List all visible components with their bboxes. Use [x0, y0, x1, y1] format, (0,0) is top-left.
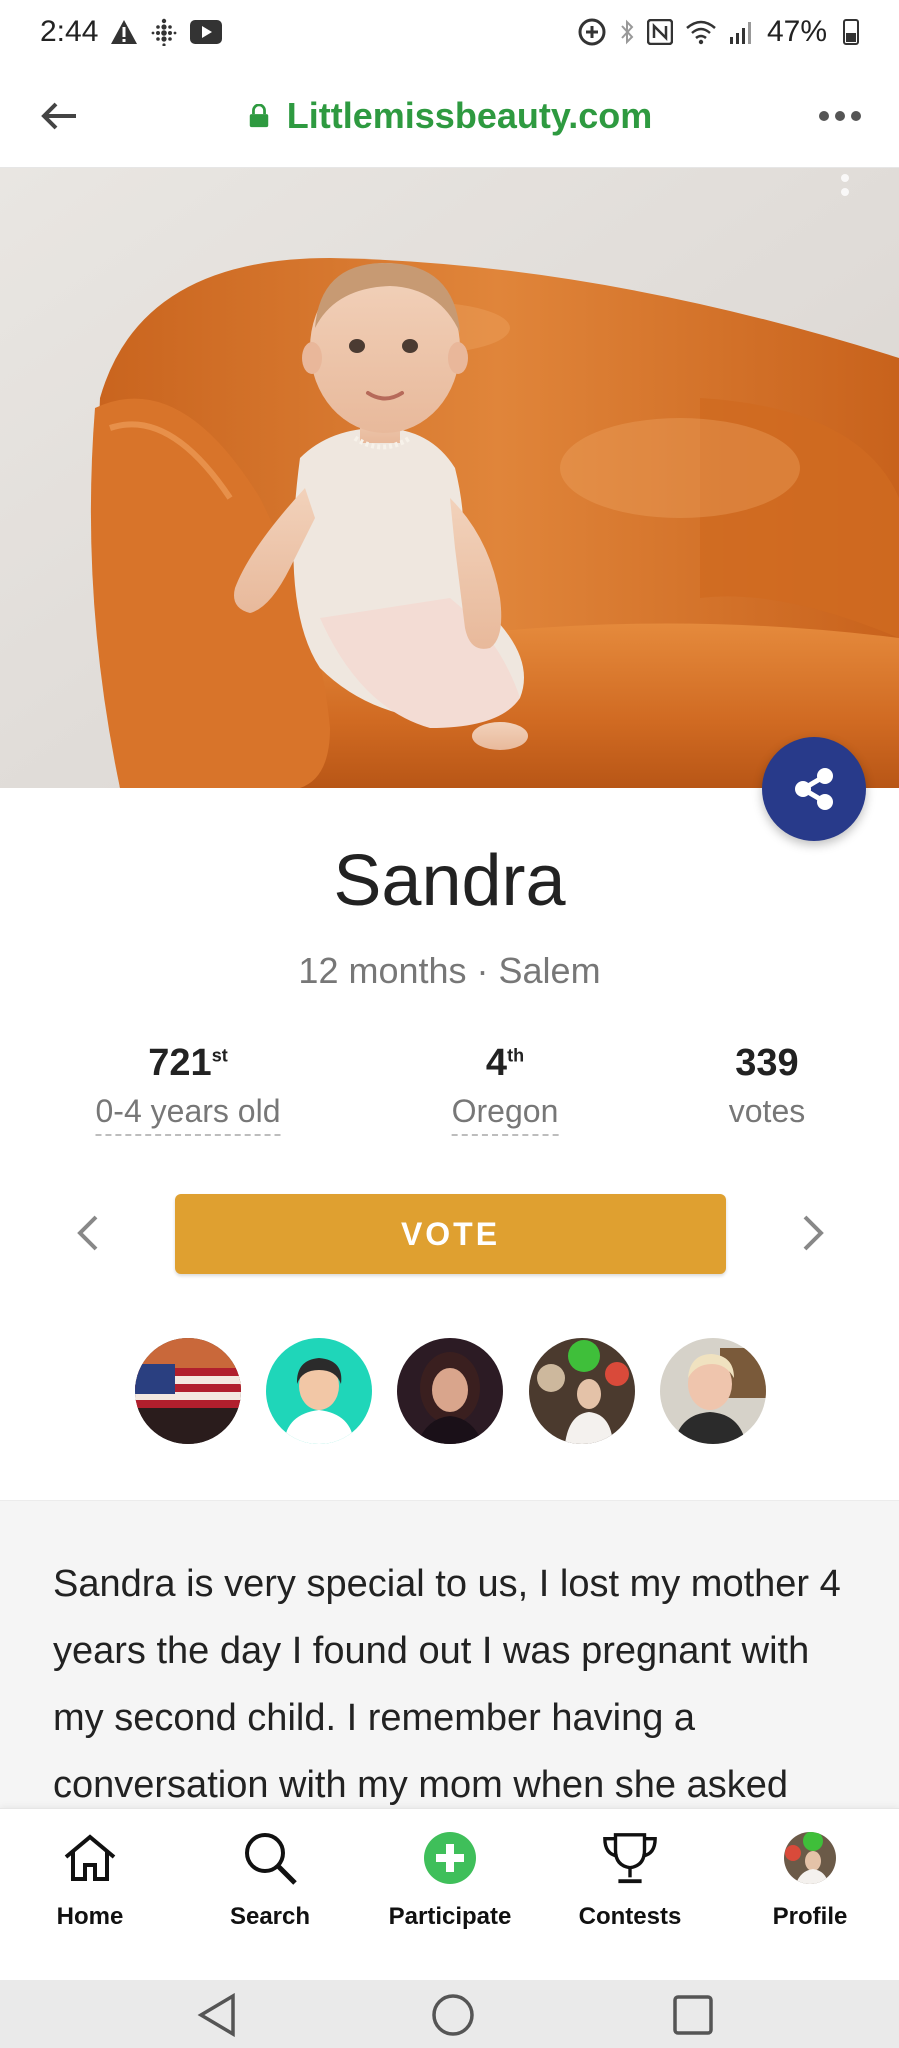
vote-row: VOTE [0, 1194, 899, 1274]
contestant-name: Sandra [333, 841, 566, 921]
chevron-left-icon [77, 1215, 98, 1251]
status-left: 2:44 [40, 15, 223, 49]
nav-home-label: Home [56, 1903, 124, 1930]
story-section: Sandra is very special to us, I lost my … [0, 1500, 899, 1811]
url-bar[interactable]: Littlemissbeauty.com [247, 95, 652, 137]
vote-button[interactable]: VOTE [175, 1194, 726, 1274]
voter-default-avatar[interactable] [266, 1338, 372, 1444]
system-back-button[interactable] [192, 1990, 242, 2040]
youtube-icon [190, 20, 223, 44]
search-icon [241, 1829, 299, 1887]
recents-square-icon [673, 1995, 713, 2035]
home-icon [61, 1829, 119, 1887]
contestant-subtitle: 12 months · Salem [298, 950, 601, 991]
nav-participate-label: Participate [388, 1903, 512, 1930]
status-time: 2:44 [40, 15, 99, 48]
nfc-icon [646, 19, 673, 45]
bottom-navigation: Home Search Participate Contests Profile [0, 1808, 899, 1981]
home-circle-icon [432, 1994, 474, 2036]
stat-age-rank[interactable]: 721st 0-4 years old [95, 1042, 281, 1136]
stat-votes-label: votes [728, 1093, 806, 1129]
stat-votes-value: 339 [735, 1042, 799, 1084]
url-text: Littlemissbeauty.com [286, 94, 653, 136]
battery-icon [843, 19, 859, 45]
nav-search[interactable]: Search [185, 1829, 355, 1931]
system-recents-button[interactable] [668, 1990, 718, 2040]
profile-photo [0, 168, 899, 788]
stat-state-rank[interactable]: 4th Oregon [451, 1042, 559, 1136]
nav-participate[interactable]: Participate [365, 1829, 535, 1931]
previous-contestant-button[interactable] [68, 1208, 108, 1258]
status-right: 47% [577, 15, 859, 49]
plus-circle-icon [421, 1829, 479, 1887]
back-triangle-icon [197, 1993, 235, 2037]
share-button[interactable] [762, 737, 866, 841]
profile-avatar-icon [781, 1829, 839, 1887]
status-bar: 2:44 47% [0, 0, 899, 64]
fitbit-icon [150, 18, 178, 46]
stat-state-rank-value: 4th [485, 1042, 525, 1084]
back-button[interactable] [34, 91, 84, 141]
voter-photo-avatar[interactable] [397, 1338, 503, 1444]
arrow-left-icon [41, 102, 76, 129]
nav-contests[interactable]: Contests [545, 1829, 715, 1931]
data-saver-icon [577, 17, 607, 47]
nav-home[interactable]: Home [5, 1829, 175, 1931]
signal-icon [729, 19, 755, 45]
stat-votes: 339 votes [729, 1042, 805, 1134]
battery-percent: 47% [766, 15, 827, 48]
next-contestant-button[interactable] [793, 1208, 833, 1258]
stat-state-rank-label: Oregon [451, 1093, 559, 1136]
nav-contests-label: Contests [578, 1903, 682, 1930]
alert-icon [110, 19, 138, 45]
voter-flag-avatar[interactable] [135, 1338, 241, 1444]
browser-toolbar: Littlemissbeauty.com [0, 64, 899, 168]
chevron-right-icon [803, 1215, 824, 1251]
bluetooth-icon [619, 18, 635, 46]
story-text: Sandra is very special to us, I lost my … [53, 1563, 841, 1806]
nav-search-label: Search [229, 1903, 311, 1930]
more-options-button[interactable] [815, 91, 865, 141]
lock-icon [249, 103, 269, 127]
voter-woman-avatar[interactable] [660, 1338, 766, 1444]
system-navigation-bar [0, 1980, 899, 2048]
stats-row: 721st 0-4 years old 4th Oregon 339 votes [0, 1042, 899, 1142]
more-dots-icon [819, 110, 861, 121]
voter-balloons-avatar[interactable] [529, 1338, 635, 1444]
system-home-button[interactable] [428, 1990, 478, 2040]
trophy-icon [601, 1829, 659, 1887]
nav-profile[interactable]: Profile [725, 1829, 895, 1931]
stat-age-rank-value: 721st [148, 1042, 228, 1084]
wifi-icon [685, 19, 717, 45]
share-icon [795, 768, 833, 810]
nav-profile-label: Profile [772, 1903, 848, 1930]
stat-age-rank-label: 0-4 years old [95, 1093, 281, 1136]
voters-row [0, 1338, 899, 1448]
